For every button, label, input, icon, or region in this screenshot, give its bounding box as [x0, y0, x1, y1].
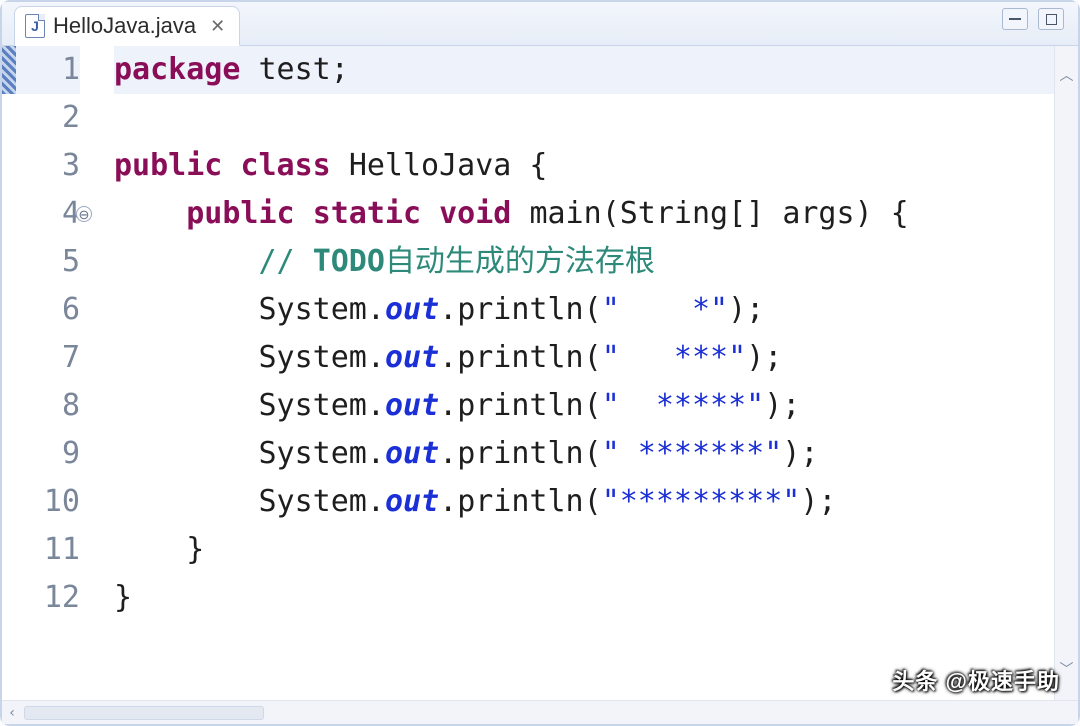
file-tab[interactable]: J HelloJava.java ✕	[14, 6, 240, 46]
horizontal-scrollbar[interactable]: ‹	[2, 700, 1078, 724]
line-number: 2	[16, 94, 80, 142]
titlebar: J HelloJava.java ✕	[2, 2, 1078, 46]
code-line[interactable]	[114, 94, 1054, 142]
line-number: 12	[16, 574, 80, 622]
code-line[interactable]: System.out.println(" *");	[114, 286, 1054, 334]
line-number: 11	[16, 526, 80, 574]
scroll-up-icon[interactable]: ︿	[1060, 52, 1074, 100]
fold-toggle-icon[interactable]: ⊖	[76, 206, 92, 222]
maximize-icon	[1046, 14, 1057, 25]
line-number: 1	[16, 46, 80, 94]
line-number: 8	[16, 382, 80, 430]
code-line[interactable]: }	[114, 574, 1054, 622]
code-area[interactable]: package test; public class HelloJava { pu…	[94, 46, 1054, 700]
line-number: 6	[16, 286, 80, 334]
code-line[interactable]: System.out.println(" ***");	[114, 334, 1054, 382]
code-line[interactable]: System.out.println(" *******");	[114, 430, 1054, 478]
code-line[interactable]: }	[114, 526, 1054, 574]
scroll-left-icon[interactable]: ‹	[8, 705, 16, 721]
code-line[interactable]: // TODO自动生成的方法存根	[114, 238, 1054, 286]
minimize-icon	[1009, 18, 1021, 20]
editor-window: J HelloJava.java ✕ 1234⊖56789101112 pack…	[0, 0, 1080, 726]
code-line[interactable]: package test;	[114, 46, 1054, 94]
close-icon[interactable]: ✕	[210, 16, 225, 37]
line-number: 7	[16, 334, 80, 382]
line-number-gutter: 1234⊖56789101112	[16, 46, 94, 700]
code-editor[interactable]: 1234⊖56789101112 package test;public cla…	[2, 46, 1078, 700]
vertical-scrollbar[interactable]: ︿ ﹀	[1054, 46, 1078, 700]
watermark-text: 头条 @极速手助	[892, 664, 1060, 696]
code-line[interactable]: System.out.println("*********");	[114, 478, 1054, 526]
scroll-down-icon[interactable]: ﹀	[1060, 646, 1074, 694]
code-line[interactable]: public static void main(String[] args) {	[114, 190, 1054, 238]
code-line[interactable]: System.out.println(" *****");	[114, 382, 1054, 430]
maximize-button[interactable]	[1038, 8, 1064, 30]
minimize-button[interactable]	[1002, 8, 1028, 30]
line-number: 10	[16, 478, 80, 526]
left-margin	[2, 46, 16, 700]
line-number: 3	[16, 142, 80, 190]
line-number: 9	[16, 430, 80, 478]
java-file-icon: J	[25, 14, 45, 38]
window-controls	[1002, 8, 1064, 30]
scroll-thumb[interactable]	[24, 706, 264, 720]
tab-filename: HelloJava.java	[53, 13, 196, 39]
line-number: 5	[16, 238, 80, 286]
current-line-marker	[2, 46, 16, 94]
line-number: 4⊖	[16, 190, 80, 238]
code-line[interactable]: public class HelloJava {	[114, 142, 1054, 190]
